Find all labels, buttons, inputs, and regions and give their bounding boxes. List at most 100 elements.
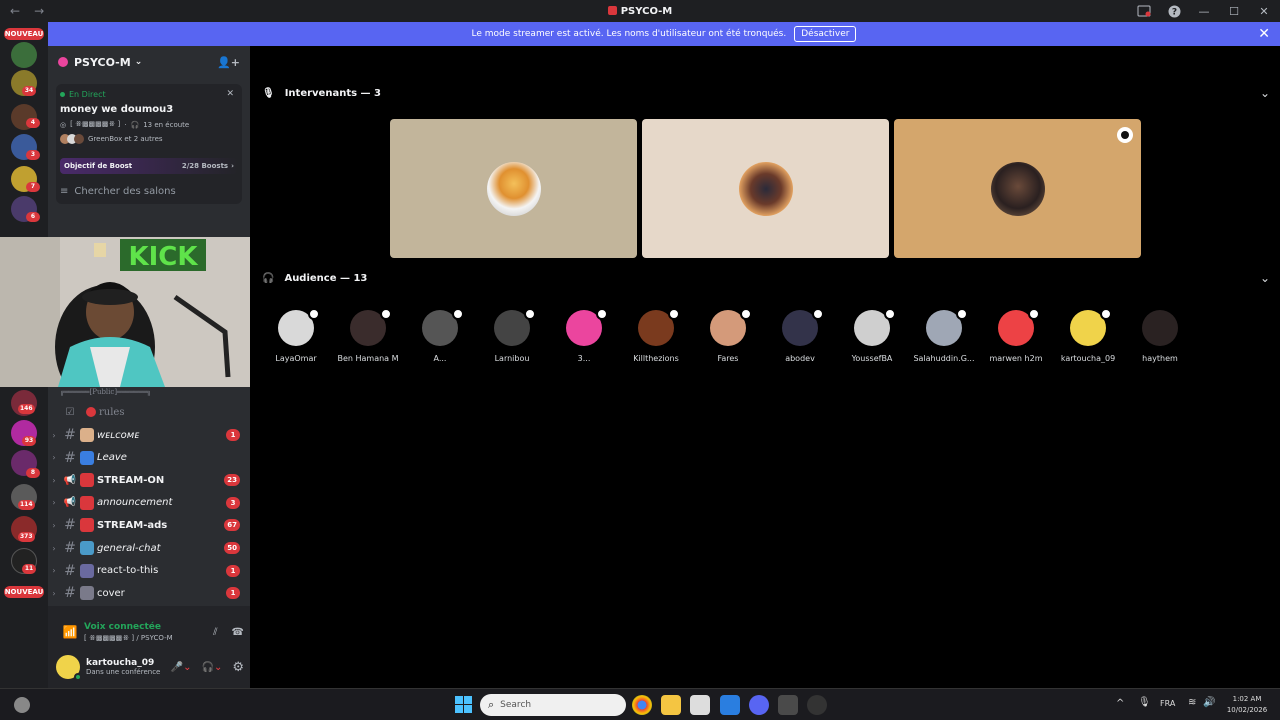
live-stage-card[interactable]: En Direct ✕ money we doumou3 ◎ [ ꗥ▩▩▩▩ꗥ …	[56, 84, 242, 204]
audience-member[interactable]: Larnibou	[480, 308, 544, 363]
close-live-icon[interactable]: ✕	[226, 89, 234, 99]
audience-member[interactable]: marwen h2m	[984, 308, 1048, 363]
forward-arrow-icon[interactable]: →	[34, 4, 44, 18]
audience-member[interactable]: Killthezions	[624, 308, 688, 363]
speaker-tile[interactable]	[390, 119, 637, 258]
server-logo-icon	[607, 5, 617, 15]
channel-item[interactable]: › # Leave	[48, 447, 250, 469]
help-icon[interactable]: ?	[1166, 3, 1182, 19]
inbox-icon[interactable]	[1136, 3, 1152, 19]
svg-text:KICK: KICK	[128, 242, 198, 272]
close-banner-icon[interactable]: ✕	[1258, 26, 1270, 42]
live-status: En Direct	[69, 90, 106, 99]
browser-active-icon[interactable]	[778, 695, 798, 715]
unread-badge: 23	[224, 474, 240, 487]
banner-text: Le mode streamer est activé. Les noms d'…	[471, 29, 787, 39]
search-icon: ⌕	[488, 698, 495, 711]
noise-suppression-icon[interactable]: ⫽	[213, 627, 217, 638]
audience-member[interactable]: YoussefBA	[840, 308, 904, 363]
channel-item[interactable]: › # STREAM-ads 67	[48, 514, 250, 536]
voice-status[interactable]: Voix connectée	[84, 622, 213, 632]
audience-member[interactable]: Salahuddin.G...	[912, 308, 976, 363]
user-status: Dans une conférence	[86, 668, 161, 676]
audience-member[interactable]: LayaOmar	[264, 308, 328, 363]
channel-item[interactable]: › 📢 STREAM-ON 23	[48, 469, 250, 491]
announcement-channel-icon: 📢	[63, 497, 77, 509]
channel-name: Leave	[97, 452, 127, 464]
boost-goal[interactable]: Objectif de Boost 2/28 Boosts ›	[60, 158, 238, 174]
separator-dot: ·	[124, 120, 127, 129]
disconnect-icon[interactable]: ☎	[232, 627, 244, 638]
audience-title: Audience — 13	[284, 273, 368, 284]
mention-badge: 3	[26, 150, 40, 160]
store-icon[interactable]	[690, 695, 710, 715]
audience-member[interactable]: Ben Hamana M	[336, 308, 400, 363]
hand-raise-icon	[596, 308, 608, 320]
channel-rules[interactable]: ☑ rules	[48, 401, 250, 423]
listener-count: 13 en écoute	[143, 120, 190, 129]
audience-member[interactable]: 3...	[552, 308, 616, 363]
speaker-tile[interactable]	[642, 119, 889, 258]
stage-icon: ◎	[60, 120, 67, 129]
channel-emoji-icon	[80, 450, 94, 465]
audience-header[interactable]: 🎧 Audience — 13	[262, 273, 367, 284]
signal-icon: 📶	[62, 625, 78, 639]
collapse-speakers-chevron-icon[interactable]: ⌄	[1260, 86, 1270, 100]
settings-gear-icon[interactable]: ⚙	[232, 660, 244, 675]
speakers-header[interactable]: 🎙 Intervenants — 3	[262, 88, 381, 99]
wifi-icon[interactable]: ≋	[1188, 697, 1196, 708]
start-button-icon[interactable]	[455, 696, 472, 713]
channel-item[interactable]: › 📢 announcement 3	[48, 492, 250, 514]
back-arrow-icon[interactable]: ←	[10, 4, 20, 18]
language-indicator[interactable]: FRA	[1160, 699, 1175, 708]
audience-name: LayaOmar	[275, 354, 317, 363]
channel-item[interactable]: › # react-to-this 1	[48, 560, 250, 582]
avatar	[566, 308, 608, 346]
chrome-icon[interactable]	[632, 695, 652, 715]
hand-raise-icon	[1100, 308, 1112, 320]
audience-member[interactable]: abodev	[768, 308, 832, 363]
speaker-avatar	[486, 161, 541, 216]
mute-microphone-icon[interactable]: 🎤⌄	[171, 662, 192, 673]
speaker-tile[interactable]	[894, 119, 1141, 258]
channel-item[interactable]: › # ᴡᴇʟᴄᴏᴍᴇ 1	[48, 424, 250, 446]
avatar	[854, 308, 896, 346]
checklist-icon: ☑	[65, 406, 75, 418]
invite-people-icon[interactable]: 👤+	[217, 56, 240, 69]
file-explorer-icon[interactable]	[661, 695, 681, 715]
username: kartoucha_09	[86, 658, 155, 668]
server-header[interactable]: PSYCO-M ⌄ 👤+	[48, 46, 250, 78]
audience-member[interactable]: haythem	[1128, 310, 1192, 363]
category-header[interactable]: ╔══════[Public]═══════╗	[60, 388, 151, 396]
close-window-icon[interactable]: ✕	[1256, 3, 1272, 19]
chevron-up-icon[interactable]: ^	[1116, 698, 1124, 709]
taskbar-search-box[interactable]: ⌕ Search	[480, 694, 626, 716]
audience-member[interactable]: kartoucha_09	[1056, 308, 1120, 363]
mention-badge: 8	[26, 468, 40, 478]
disable-streamer-mode-button[interactable]: Désactiver	[794, 26, 857, 42]
server-icon[interactable]	[11, 42, 37, 68]
volume-icon[interactable]: 🔊	[1203, 697, 1215, 708]
audience-member[interactable]: Fares	[696, 308, 760, 363]
channel-search[interactable]: ≡ Chercher des salons	[60, 186, 238, 197]
discord-icon[interactable]	[749, 695, 769, 715]
avatar	[494, 308, 536, 346]
microphone-tray-icon[interactable]: 🎙	[1138, 697, 1151, 708]
widgets-icon[interactable]	[14, 697, 30, 713]
channel-name: cover	[97, 587, 125, 599]
mail-icon[interactable]	[720, 695, 740, 715]
channel-item[interactable]: › # general-chat 50	[48, 537, 250, 559]
unread-badge: 67	[224, 519, 240, 532]
minimize-icon[interactable]: —	[1196, 3, 1212, 19]
avatar[interactable]	[56, 655, 82, 681]
mention-badge: 11	[22, 564, 36, 574]
app-icon[interactable]	[807, 695, 827, 715]
collapse-audience-chevron-icon[interactable]: ⌄	[1260, 271, 1270, 285]
text-channel-icon: #	[64, 540, 76, 556]
channel-item[interactable]: › # cover 1	[48, 582, 250, 604]
channel-emoji-icon	[80, 563, 94, 578]
audience-member[interactable]: A...	[408, 308, 472, 363]
maximize-icon[interactable]: ☐	[1226, 3, 1242, 19]
avatar	[782, 308, 824, 346]
deafen-icon[interactable]: 🎧⌄	[202, 662, 223, 673]
